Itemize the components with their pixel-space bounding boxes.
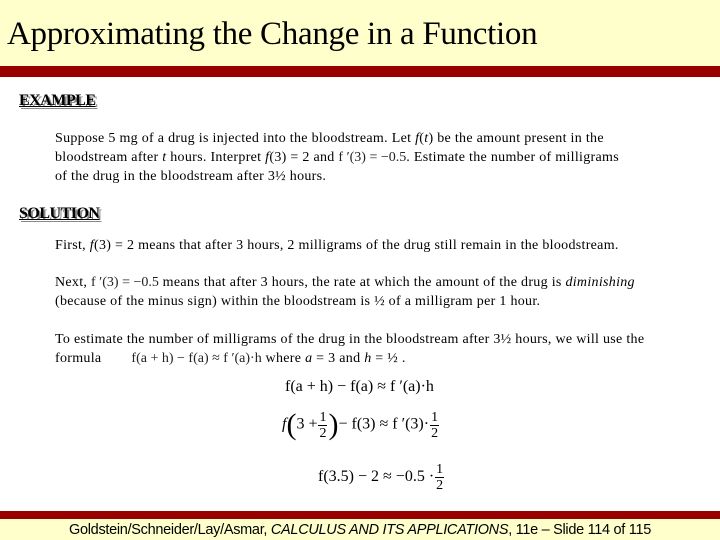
derivative-equation-image: f ′(3) = −0.5 [338,150,407,165]
footer-citation: Goldstein/Schneider/Lay/Asmar, CALCULUS … [69,522,651,538]
footer-bar: Goldstein/Schneider/Lay/Asmar, CALCULUS … [0,519,720,540]
solution-first-paragraph: First, f(3) = 2 means that after 3 hours… [55,238,619,253]
approximation-formula-image: f(a + h) − f(a) ≈ f ′(a)·h [131,351,262,366]
title-bar: Approximating the Change in a Function [0,0,720,66]
fraction-one-half: 12 [435,462,445,493]
example-line-1: Suppose 5 mg of a drug is injected into … [55,131,604,146]
equation-1: f(a + h) − f(a) ≈ f ′(a)·h [285,378,434,395]
fraction-one-half: 12 [318,409,328,441]
solution-estimate-paragraph: To estimate the number of milligrams of … [55,332,645,366]
solution-next-paragraph: Next, f ′(3) = −0.5 means that after 3 h… [55,275,635,309]
example-heading: EXAMPLE [19,92,96,109]
example-paragraph: Suppose 5 mg of a drug is injected into … [55,129,705,186]
solution-heading: SOLUTION [19,205,100,222]
slide-title: Approximating the Change in a Function [7,16,538,52]
example-line-3: of the drug in the bloodstream after 3½ … [55,169,327,184]
derivative-equation-image: f ′(3) = −0.5 [91,275,159,290]
top-divider-bar [0,66,720,77]
equation-3: f(3.5) − 2 ≈ −0.5 · 1 2 [318,462,445,493]
bottom-divider-bar [0,511,720,519]
example-line-2: bloodstream after t hours. Interpret f(3… [55,150,619,165]
equation-2: f(3 +1 2)− f(3) ≈ f ′(3)· 1 2 [282,408,440,441]
fraction-one-half: 12 [430,409,440,441]
